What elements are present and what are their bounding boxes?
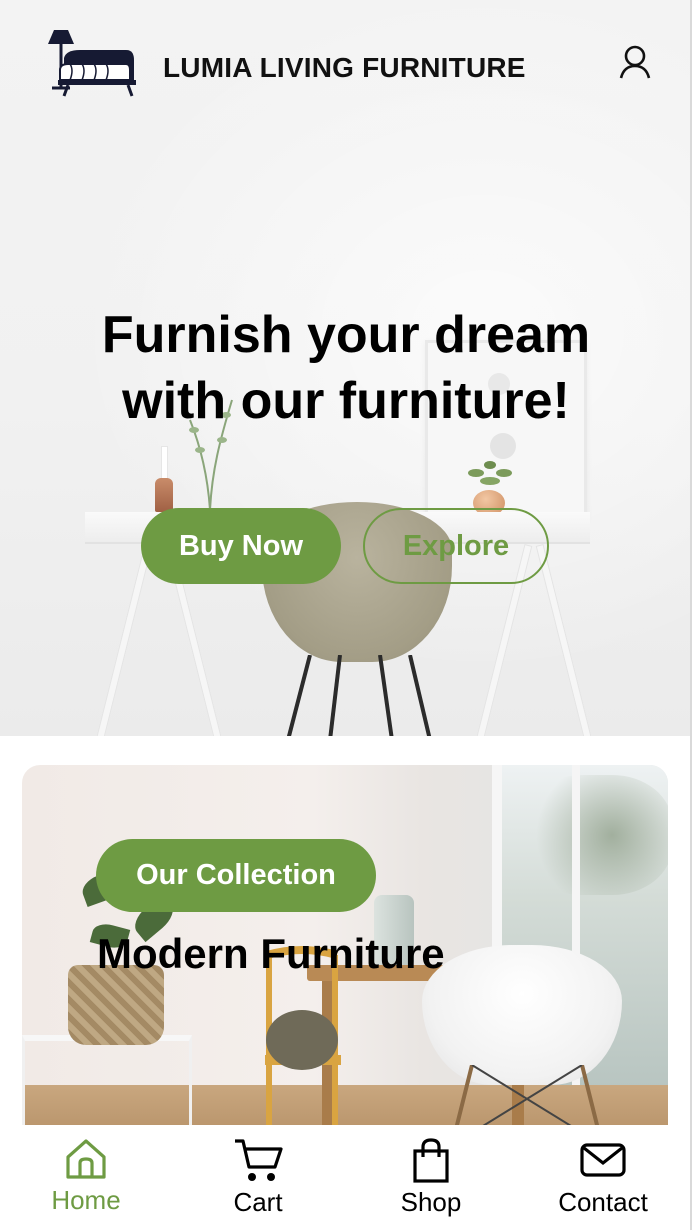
buy-now-button[interactable]: Buy Now [141,508,341,584]
user-icon[interactable] [616,44,654,82]
chair-legs [286,655,432,736]
copper-vase [155,478,173,512]
cart-icon [235,1139,283,1181]
nav-cart[interactable]: Cart [183,1125,333,1230]
mail-icon [580,1143,626,1177]
white-chair [422,945,622,1085]
bag-icon [413,1138,449,1183]
nav-contact[interactable]: Contact [528,1125,678,1230]
potted-plant [468,461,512,485]
explore-button[interactable]: Explore [363,508,549,584]
top-header: LUMIA LIVING FURNITURE [0,0,692,140]
our-collection-button[interactable]: Our Collection [96,839,376,912]
brand-name: LUMIA LIVING FURNITURE [163,52,526,83]
nav-home[interactable]: Home [11,1125,161,1230]
hero-headline: Furnish your dream with our furniture! [0,302,692,434]
candle [161,446,168,480]
nav-home-label: Home [51,1185,121,1215]
hero-headline-line2: with our furniture! [122,372,570,430]
hero-headline-line1: Furnish your dream [101,306,591,364]
nav-shop-label: Shop [400,1187,462,1217]
home-icon [66,1139,106,1179]
sofa-lamp-logo [48,30,136,97]
bottom-nav: Home Cart Shop Contact [0,1125,692,1230]
nav-shop[interactable]: Shop [356,1125,506,1230]
nav-contact-label: Contact [558,1187,648,1217]
nav-cart-label: Cart [233,1187,283,1217]
collection-title: Modern Furniture [97,930,445,977]
